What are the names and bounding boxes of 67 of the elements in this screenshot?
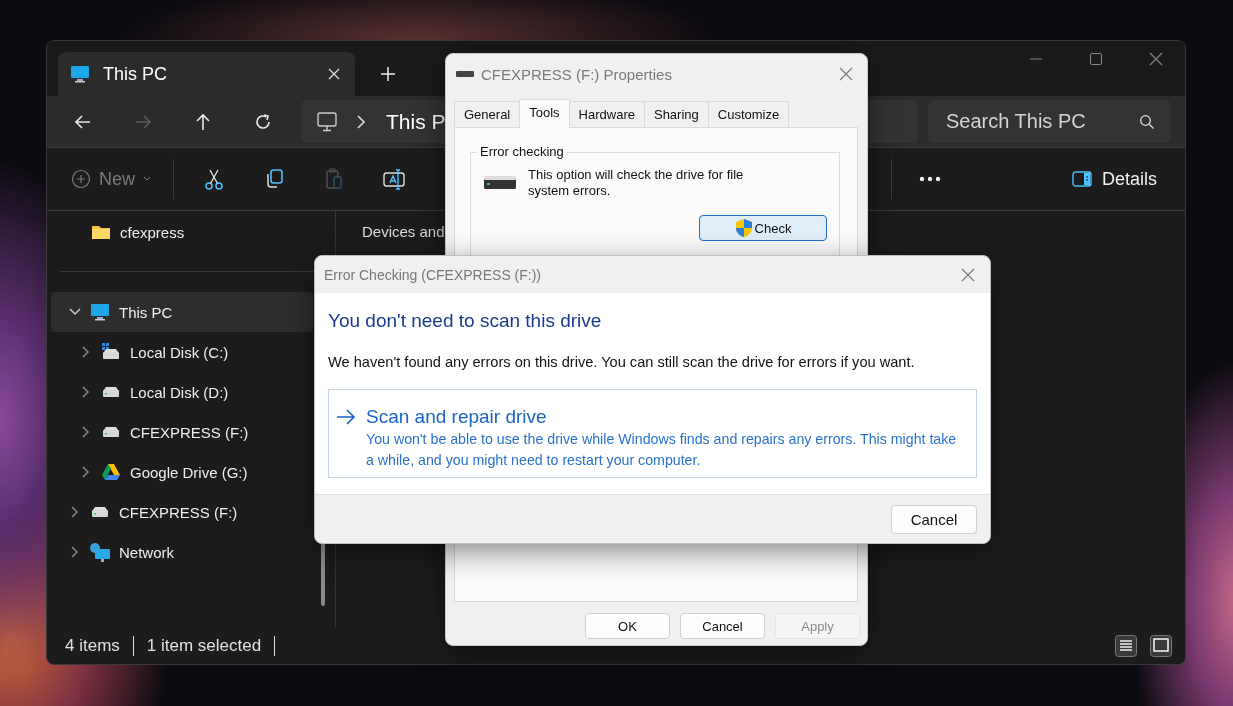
tab[interactable]: Tools (519, 99, 570, 128)
arrow-right-icon (336, 409, 356, 425)
tab-label[interactable]: This PC (103, 63, 314, 85)
caret-icon (143, 176, 151, 182)
cancel-button[interactable]: Cancel (680, 613, 765, 639)
chevron-right-icon[interactable] (81, 385, 91, 399)
status-text: 1 item selected (146, 636, 262, 656)
more-icon[interactable] (918, 176, 941, 182)
maximize-icon[interactable] (1089, 52, 1103, 66)
tree-item[interactable]: CFEXPRESS (F:) (51, 492, 313, 532)
tree-item[interactable]: CFEXPRESS (F:) (51, 412, 313, 452)
dialog-heading: You don't need to scan this drive (328, 310, 602, 332)
scan-repair-option[interactable]: Scan and repair drive You won't be able to use the drive while Windows finds and repairs any errors. This might take a while, and you might need to restart your computer. (328, 389, 977, 478)
drive-icon (455, 70, 475, 78)
plus-icon[interactable] (380, 66, 396, 82)
dialog-title: CFEXPRESS (F:) Properties (481, 65, 673, 83)
folder-icon (91, 224, 111, 240)
tree-item[interactable]: Local Disk (D:) (51, 372, 313, 412)
dialog-title: Error Checking (CFEXPRESS (F:)) (324, 266, 542, 283)
tree-item[interactable]: Network (51, 532, 313, 572)
chevron-right-icon[interactable] (70, 545, 80, 559)
network-icon (89, 542, 111, 562)
details-button[interactable]: Details (1071, 164, 1157, 194)
tab[interactable]: This PC (58, 52, 355, 96)
chevron-down-icon[interactable] (68, 307, 82, 317)
check-button[interactable]: Check (699, 215, 827, 241)
message-text: We haven't found any errors on this drive. You can still scan the drive for errors if you want. (328, 354, 915, 370)
search-icon[interactable] (1139, 114, 1155, 130)
drive-icon (483, 175, 517, 191)
monitor-icon (70, 65, 90, 83)
details-pane-icon (1071, 171, 1092, 187)
tree-item[interactable]: This PC (51, 292, 313, 332)
search-field[interactable]: Search This PC (928, 100, 1171, 143)
option-title: Scan and repair drive (366, 406, 547, 428)
drive-icon (101, 385, 121, 399)
option-description: You won't be able to use the drive while Windows finds and repairs any errors. This might take a while, and you might need to restart your computer. (366, 430, 958, 470)
refresh-icon[interactable] (253, 111, 273, 132)
tab[interactable]: Customize (707, 101, 790, 127)
rename-icon[interactable] (382, 167, 406, 191)
monitor-icon (90, 303, 110, 321)
group-title: Error checking (477, 144, 567, 159)
tree-item[interactable]: Local Disk (C:) (51, 332, 313, 372)
drive-icon (101, 425, 121, 439)
cancel-button[interactable]: Cancel (891, 504, 977, 534)
drive-icon (90, 505, 110, 519)
chevron-right-icon[interactable] (81, 465, 91, 479)
close-icon[interactable] (1149, 52, 1163, 66)
cut-icon[interactable] (202, 167, 226, 191)
plus-circle-icon (71, 169, 91, 189)
chevron-right-icon[interactable] (81, 425, 91, 439)
sidebar-item[interactable]: cfexpress (47, 217, 247, 247)
chevron-right-icon (356, 114, 366, 129)
ok-button[interactable]: OK (585, 613, 670, 639)
chevron-right-icon[interactable] (81, 345, 91, 359)
group-header[interactable]: Devices and (362, 223, 445, 240)
description-text: This option will check the drive for file system errors. (528, 167, 745, 199)
shield-icon (734, 218, 753, 238)
tab[interactable]: General (454, 101, 521, 127)
breadcrumb[interactable]: This P (386, 109, 446, 134)
chevron-right-icon[interactable] (70, 505, 80, 519)
list-view-icon[interactable] (1115, 635, 1137, 657)
status-text: 4 items (65, 636, 120, 656)
triangle-logo-icon (101, 463, 121, 481)
monitor-icon (316, 110, 338, 133)
drive-icon (101, 343, 121, 361)
square-view-icon[interactable] (1150, 635, 1172, 657)
tree-item[interactable]: Google Drive (G:) (51, 452, 313, 492)
